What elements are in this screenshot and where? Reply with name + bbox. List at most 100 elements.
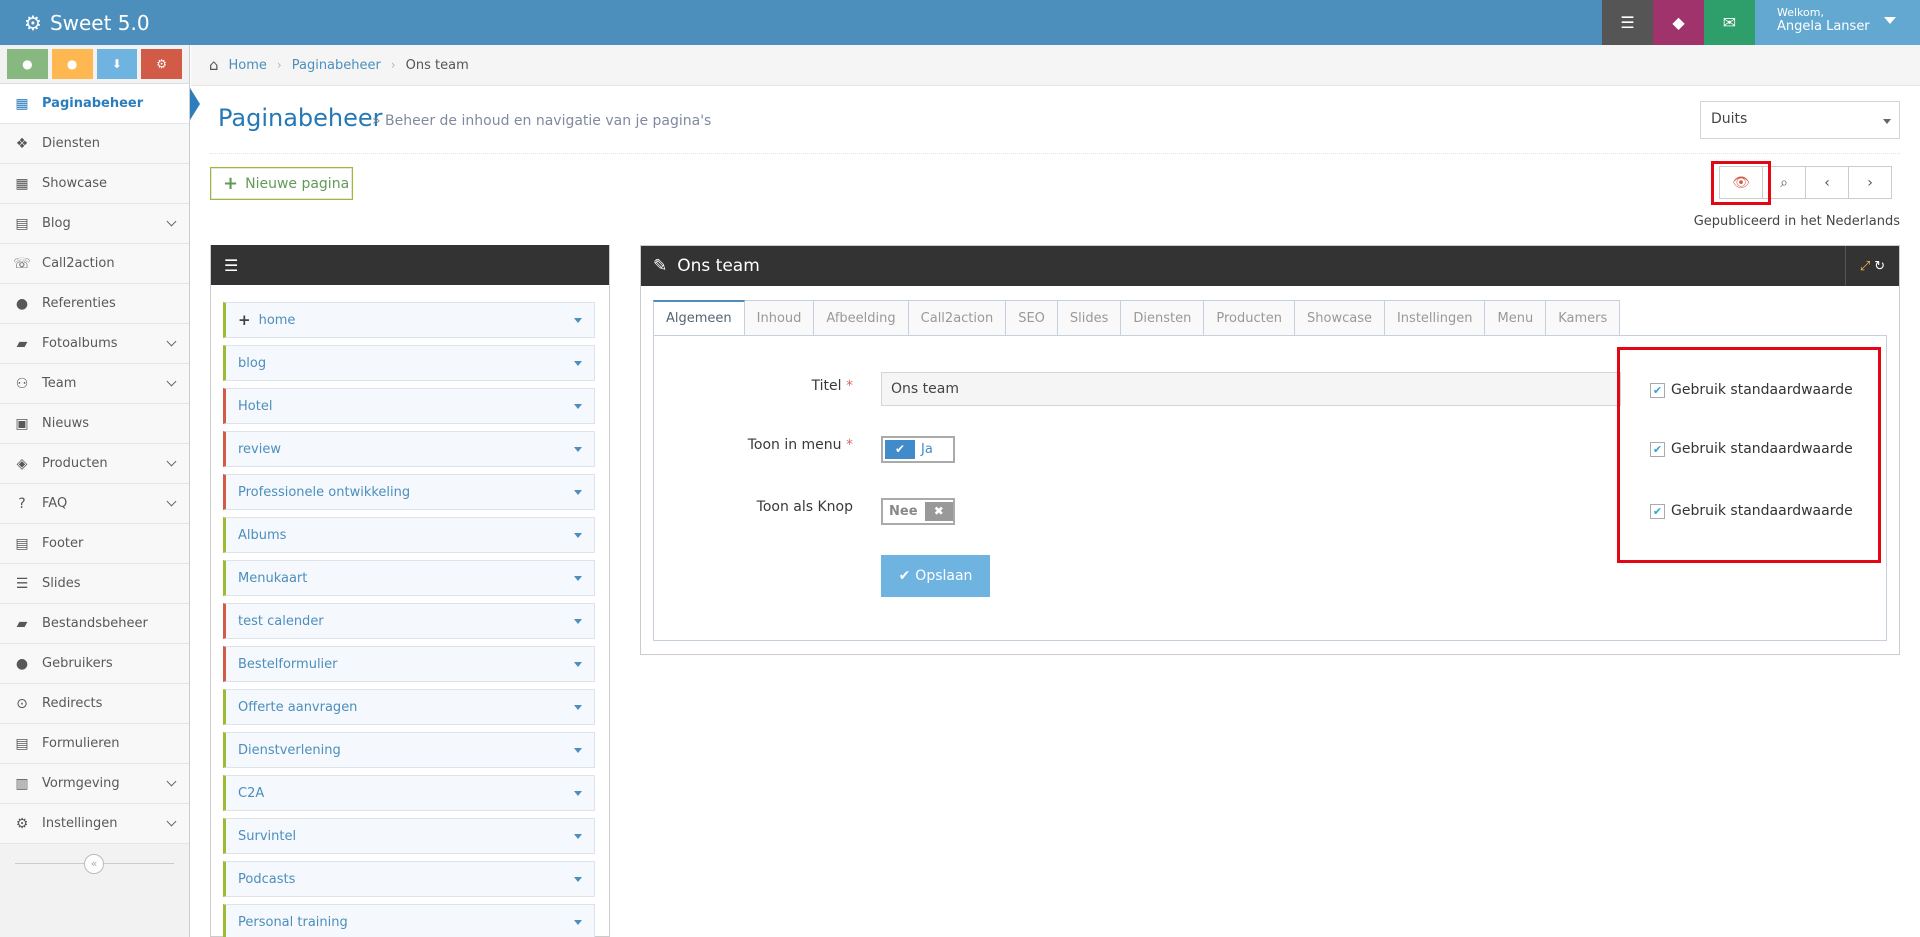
tree-item[interactable]: Dienstverlening xyxy=(223,732,595,768)
tree-item-label: Professionele ontwikkeling xyxy=(238,484,411,500)
sidebar-item-footer[interactable]: ▤ Footer xyxy=(0,524,189,564)
previous-button[interactable]: ‹ xyxy=(1805,166,1849,199)
caret-down-icon[interactable] xyxy=(574,490,582,495)
shortcut-user-button[interactable]: ● xyxy=(51,49,93,79)
tab-diensten[interactable]: Diensten xyxy=(1121,300,1205,336)
tree-item[interactable]: blog xyxy=(223,345,595,381)
caret-down-icon[interactable] xyxy=(574,533,582,538)
title-input[interactable]: Ons team xyxy=(881,372,1621,406)
caret-down-icon[interactable] xyxy=(574,748,582,753)
sidebar-item-producten[interactable]: ◈ Producten xyxy=(0,444,189,484)
title-label: Titel * xyxy=(653,378,853,394)
tree-item[interactable]: Albums xyxy=(223,517,595,553)
sidebar-item-vormgeving[interactable]: ▥ Vormgeving xyxy=(0,764,189,804)
navbar-right: ☰ ◆ ✉ Welkom, Angela Lanser xyxy=(1602,0,1920,45)
sidebar-item-diensten[interactable]: ❖ Diensten xyxy=(0,124,189,164)
tree-item[interactable]: Podcasts xyxy=(223,861,595,897)
breadcrumb-current: Ons team xyxy=(405,57,469,73)
cogs-icon: ⚙ xyxy=(24,10,42,35)
expand-icon[interactable]: ⤢ xyxy=(1860,259,1870,274)
search-icon: ⌕ xyxy=(1780,174,1788,191)
sidebar-item-bestandsbeheer[interactable]: ▰ Bestandsbeheer xyxy=(0,604,189,644)
tasks-button[interactable]: ☰ xyxy=(1602,0,1653,45)
tab-showcase[interactable]: Showcase xyxy=(1295,300,1385,336)
new-page-button[interactable]: + Nieuwe pagina xyxy=(210,167,353,200)
sidebar-item-fotoalbums[interactable]: ▰ Fotoalbums xyxy=(0,324,189,364)
language-select[interactable]: Duits xyxy=(1700,101,1900,139)
show-as-button-toggle[interactable]: Nee ✖ xyxy=(881,498,955,525)
caret-down-icon[interactable] xyxy=(574,619,582,624)
shortcut-download-button[interactable]: ⬇ xyxy=(96,49,138,79)
shortcut-map-button[interactable]: ● xyxy=(7,49,48,79)
tab-instellingen[interactable]: Instellingen xyxy=(1384,300,1486,336)
tree-item[interactable]: + home xyxy=(223,302,595,338)
sidebar-item-paginabeheer[interactable]: ▦ Paginabeheer xyxy=(0,84,200,124)
plus-icon[interactable]: + xyxy=(238,311,251,329)
save-button[interactable]: ✔ Opslaan xyxy=(881,555,990,597)
home-icon[interactable]: ⌂ xyxy=(209,56,219,74)
sidebar-item-referenties[interactable]: ● Referenties xyxy=(0,284,189,324)
sidebar-item-nieuws[interactable]: ▣ Nieuws xyxy=(0,404,189,444)
sidebar-item-label: Referenties xyxy=(42,296,116,311)
tree-item[interactable]: Menukaart xyxy=(223,560,595,596)
tree-item[interactable]: C2A xyxy=(223,775,595,811)
caret-down-icon[interactable] xyxy=(574,791,582,796)
caret-down-icon[interactable] xyxy=(574,834,582,839)
tree-item-label: Menukaart xyxy=(238,570,308,586)
tree-item[interactable]: Offerte aanvragen xyxy=(223,689,595,725)
phone-icon: ☏ xyxy=(13,255,31,272)
tree-item[interactable]: Personal training xyxy=(223,904,595,937)
tree-item[interactable]: test calender xyxy=(223,603,595,639)
user-menu[interactable]: Welkom, Angela Lanser xyxy=(1755,0,1920,45)
sidebar-item-call2action[interactable]: ☏ Call2action xyxy=(0,244,189,284)
shortcut-settings-button[interactable]: ⚙ xyxy=(141,49,182,79)
sidebar-item-blog[interactable]: ▤ Blog xyxy=(0,204,189,244)
caret-down-icon[interactable] xyxy=(574,920,582,925)
sidebar-item-gebruikers[interactable]: ● Gebruikers xyxy=(0,644,189,684)
tab-algemeen[interactable]: Algemeen xyxy=(653,300,745,336)
sidebar-item-faq[interactable]: ? FAQ xyxy=(0,484,189,524)
tab-slides[interactable]: Slides xyxy=(1057,300,1122,336)
caret-down-icon[interactable] xyxy=(574,361,582,366)
caret-down-icon[interactable] xyxy=(574,576,582,581)
sidebar-item-slides[interactable]: ☰ Slides xyxy=(0,564,189,604)
book-icon: ▰ xyxy=(16,335,28,352)
tree-item[interactable]: Professionele ontwikkeling xyxy=(223,474,595,510)
caret-down-icon[interactable] xyxy=(574,705,582,710)
tab-kamers[interactable]: Kamers xyxy=(1546,300,1621,336)
tab-producten[interactable]: Producten xyxy=(1204,300,1295,336)
breadcrumb-home[interactable]: Home xyxy=(229,58,267,73)
sidebar-item-instellingen[interactable]: ⚙ Instellingen xyxy=(0,804,189,844)
tree-item[interactable]: Bestelformulier xyxy=(223,646,595,682)
sidebar-item-redirects[interactable]: ⊙ Redirects xyxy=(0,684,189,724)
tree-item[interactable]: review xyxy=(223,431,595,467)
refresh-icon[interactable]: ↻ xyxy=(1874,259,1885,274)
breadcrumb-section[interactable]: Paginabeheer xyxy=(292,58,381,73)
next-button[interactable]: › xyxy=(1848,166,1892,199)
sidebar-item-formulieren[interactable]: ▤ Formulieren xyxy=(0,724,189,764)
show-in-menu-toggle[interactable]: ✔ Ja xyxy=(881,436,955,463)
tree-item[interactable]: Hotel xyxy=(223,388,595,424)
notifications-button[interactable]: ◆ xyxy=(1653,0,1704,45)
caret-down-icon[interactable] xyxy=(574,404,582,409)
caret-down-icon[interactable] xyxy=(574,318,582,323)
brand[interactable]: ⚙ Sweet 5.0 xyxy=(0,11,150,35)
caret-down-icon[interactable] xyxy=(574,447,582,452)
caret-down-icon[interactable] xyxy=(574,877,582,882)
tab-call2action[interactable]: Call2action xyxy=(908,300,1007,336)
sidebar-item-team[interactable]: ⚇ Team xyxy=(0,364,189,404)
highlight-box-defaults xyxy=(1617,347,1881,563)
bars-icon[interactable]: ☰ xyxy=(224,256,238,275)
tab-seo[interactable]: SEO xyxy=(1006,300,1058,336)
chevron-down-icon xyxy=(166,496,177,507)
caret-down-icon[interactable] xyxy=(574,662,582,667)
tab-inhoud[interactable]: Inhoud xyxy=(744,300,815,336)
chevron-down-icon xyxy=(166,336,177,347)
sidebar-collapse[interactable]: « xyxy=(0,844,189,884)
messages-button[interactable]: ✉ xyxy=(1704,0,1755,45)
tree-item[interactable]: Survintel xyxy=(223,818,595,854)
tab-menu[interactable]: Menu xyxy=(1485,300,1547,336)
sidebar-item-showcase[interactable]: ▦ Showcase xyxy=(0,164,189,204)
tab-afbeelding[interactable]: Afbeelding xyxy=(814,300,909,336)
double-chevron-left-icon[interactable]: « xyxy=(84,854,104,874)
